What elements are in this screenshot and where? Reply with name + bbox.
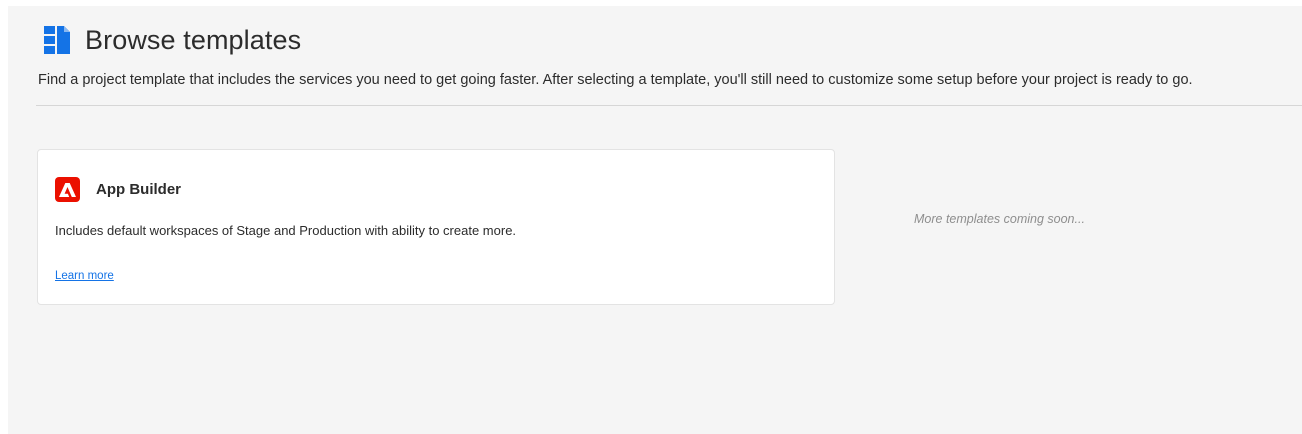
page-header: Browse templates Find a project template… bbox=[8, 6, 1302, 106]
page-title: Browse templates bbox=[85, 24, 302, 55]
header-divider bbox=[36, 105, 1302, 106]
template-card-header: App Builder bbox=[55, 177, 181, 202]
adobe-logo-icon bbox=[55, 177, 80, 202]
template-card-description: Includes default workspaces of Stage and… bbox=[55, 223, 517, 238]
page-frame: Browse templates Find a project template… bbox=[8, 6, 1302, 434]
template-card-title: App Builder bbox=[96, 181, 181, 198]
learn-more-link[interactable]: Learn more bbox=[55, 270, 114, 282]
title-row: Browse templates bbox=[42, 20, 301, 60]
template-icon bbox=[42, 25, 72, 55]
template-card-app-builder[interactable]: App Builder Includes default workspaces … bbox=[37, 149, 835, 305]
page-description: Find a project template that includes th… bbox=[38, 72, 1193, 88]
more-templates-placeholder: More templates coming soon... bbox=[914, 212, 1085, 226]
